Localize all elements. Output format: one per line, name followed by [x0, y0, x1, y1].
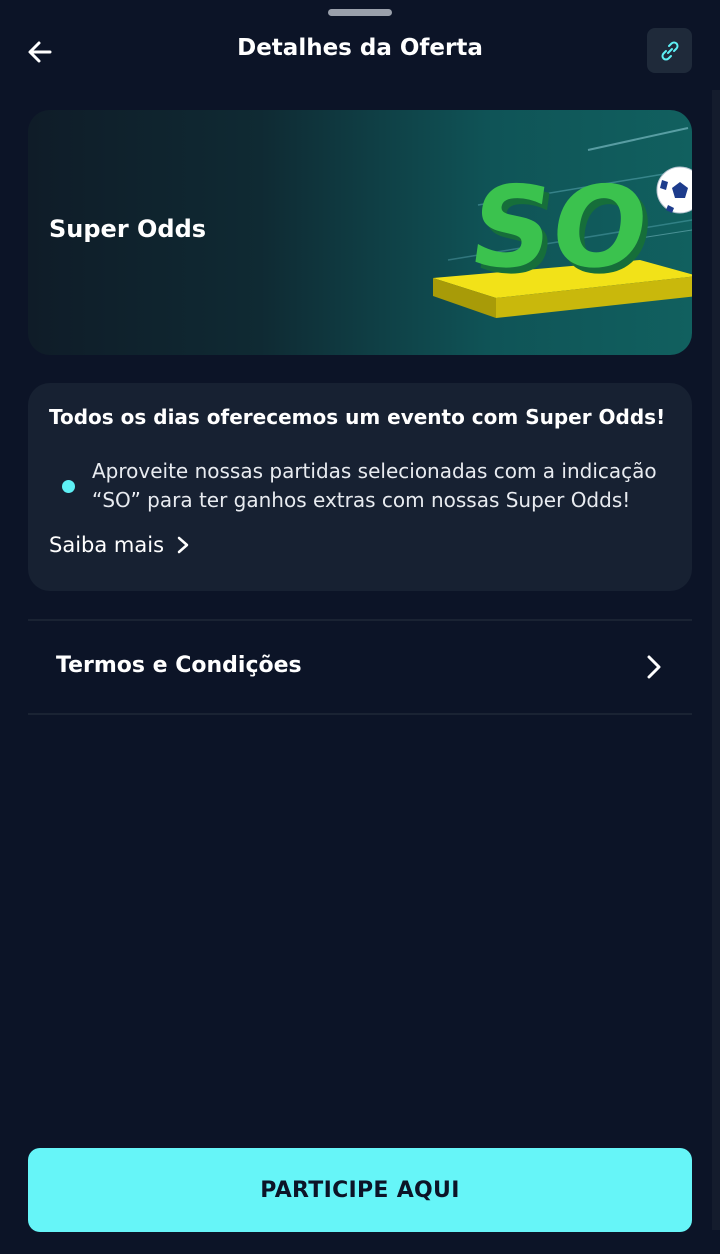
- super-odds-logo-illustration: SO SO: [433, 127, 692, 318]
- so-logo-text: SO: [462, 163, 656, 293]
- info-bullet-text: Aproveite nossas partidas selecionadas c…: [92, 459, 657, 512]
- offer-info-card: Todos os dias oferecemos um evento com S…: [28, 383, 692, 591]
- bullet-dot: [62, 480, 75, 493]
- divider-top: [28, 619, 692, 621]
- drag-handle[interactable]: [328, 9, 392, 16]
- header: Detalhes da Oferta: [0, 22, 720, 82]
- banner-title: Super Odds: [49, 215, 207, 243]
- chevron-right-icon: [647, 655, 661, 679]
- offer-banner: Super Odds SO SO: [28, 110, 692, 355]
- learn-more-label: Saiba mais: [49, 533, 165, 557]
- learn-more-link[interactable]: Saiba mais: [49, 533, 190, 557]
- terms-and-conditions-row[interactable]: Termos e Condições: [28, 622, 692, 712]
- terms-label: Termos e Condições: [56, 653, 302, 678]
- share-link-button[interactable]: [647, 28, 692, 73]
- page-title: Detalhes da Oferta: [237, 35, 483, 61]
- chevron-right-icon: [177, 536, 189, 554]
- info-heading: Todos os dias oferecemos um evento com S…: [49, 405, 666, 429]
- divider-bottom: [28, 713, 692, 715]
- participate-button[interactable]: PARTICIPE AQUI: [28, 1148, 692, 1232]
- scrollbar[interactable]: [712, 90, 720, 1230]
- offer-details-page: Detalhes da Oferta Super Odds SO SO Todo…: [0, 0, 720, 1254]
- link-icon: [660, 40, 679, 61]
